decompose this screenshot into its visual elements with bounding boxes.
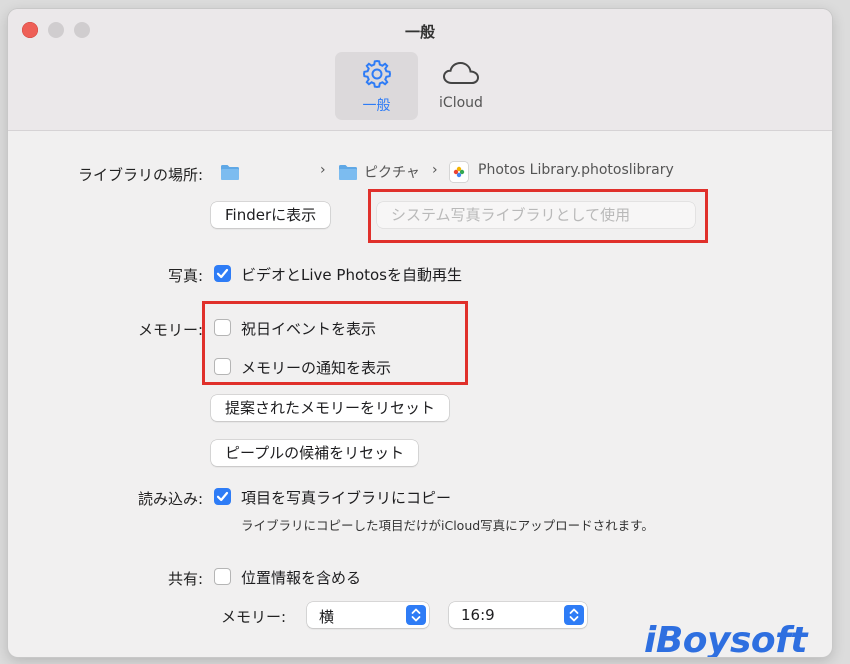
- copy-items-checkbox[interactable]: [214, 488, 231, 505]
- aspect-ratio-value: 16:9: [461, 606, 495, 624]
- pictures-folder-icon: [338, 164, 358, 185]
- importing-label: 読み込み:: [137, 490, 203, 508]
- library-location-label: ライブラリの場所:: [77, 166, 203, 184]
- select-stepper-icon: [406, 605, 426, 625]
- photos-label: 写真:: [167, 267, 203, 285]
- window-title: 一般: [404, 23, 435, 41]
- tab-general[interactable]: 一般: [335, 52, 418, 120]
- orientation-select[interactable]: 横: [307, 602, 429, 628]
- toolbar: 一般 一般 iCloud: [8, 9, 832, 131]
- include-location-label: 位置情報を含める: [241, 569, 362, 587]
- copy-items-label: 項目を写真ライブラリにコピー: [241, 489, 452, 507]
- gear-icon: [335, 58, 418, 89]
- sharing-label: 共有:: [167, 570, 203, 588]
- include-location-checkbox[interactable]: [214, 568, 231, 585]
- path-separator: ›: [320, 162, 326, 178]
- photos-library-icon: [450, 162, 468, 182]
- tab-general-label: 一般: [362, 98, 391, 114]
- autoplay-label: ビデオとLive Photosを自動再生: [241, 266, 463, 284]
- cloud-icon: [426, 58, 496, 88]
- select-stepper-icon: [564, 605, 584, 625]
- reset-people-suggestions-button[interactable]: ピープルの候補をリセット: [211, 440, 419, 466]
- tab-icloud-label: iCloud: [439, 95, 483, 111]
- highlight-box-system-library: [368, 189, 708, 243]
- library-path-file: Photos Library.photoslibrary: [478, 162, 674, 178]
- aspect-ratio-select[interactable]: 16:9: [449, 602, 587, 628]
- importing-note: ライブラリにコピーした項目だけがiCloud写真にアップロードされます。: [241, 518, 654, 533]
- iboysoft-watermark: iBoysoft: [644, 620, 808, 657]
- preferences-window: 一般 一般 iCloud ライブラリの場所: › ピクチャ › Photos L…: [8, 9, 832, 657]
- library-path-pictures: ピクチャ: [364, 165, 420, 181]
- memories-format-label: メモリー:: [220, 608, 286, 626]
- autoplay-checkbox[interactable]: [214, 265, 231, 282]
- highlight-box-memories: [202, 301, 468, 385]
- path-separator: ›: [432, 162, 438, 178]
- reset-suggested-memories-button[interactable]: 提案されたメモリーをリセット: [211, 395, 450, 421]
- show-in-finder-button[interactable]: Finderに表示: [211, 202, 331, 228]
- tab-icloud[interactable]: iCloud: [426, 52, 496, 120]
- memories-label: メモリー:: [137, 321, 203, 339]
- orientation-value: 横: [319, 608, 335, 626]
- folder-icon: [220, 164, 240, 185]
